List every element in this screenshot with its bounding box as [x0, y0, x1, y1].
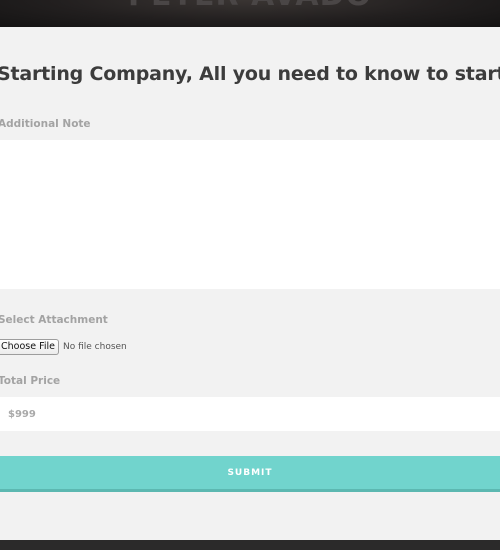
choose-file-button[interactable]: Choose File: [0, 339, 59, 355]
select-attachment-label: Select Attachment: [0, 314, 108, 326]
hero-banner: PETER AVADO: [0, 0, 500, 27]
submit-button[interactable]: SUBMIT: [0, 456, 500, 492]
total-price-field[interactable]: [0, 397, 500, 431]
additional-note-field[interactable]: [0, 140, 500, 289]
page: PETER AVADO Starting Company, All you ne…: [0, 0, 500, 550]
additional-note-label: Additional Note: [0, 118, 91, 130]
file-status-text: No file chosen: [63, 342, 127, 352]
file-picker[interactable]: Choose File No file chosen: [0, 339, 127, 355]
order-form-panel: Starting Company, All you need to know t…: [0, 27, 500, 540]
form-heading: Starting Company, All you need to know t…: [0, 63, 500, 85]
total-price-label: Total Price: [0, 375, 61, 387]
footer-bar: [0, 540, 500, 550]
hero-title: PETER AVADO: [0, 0, 500, 13]
